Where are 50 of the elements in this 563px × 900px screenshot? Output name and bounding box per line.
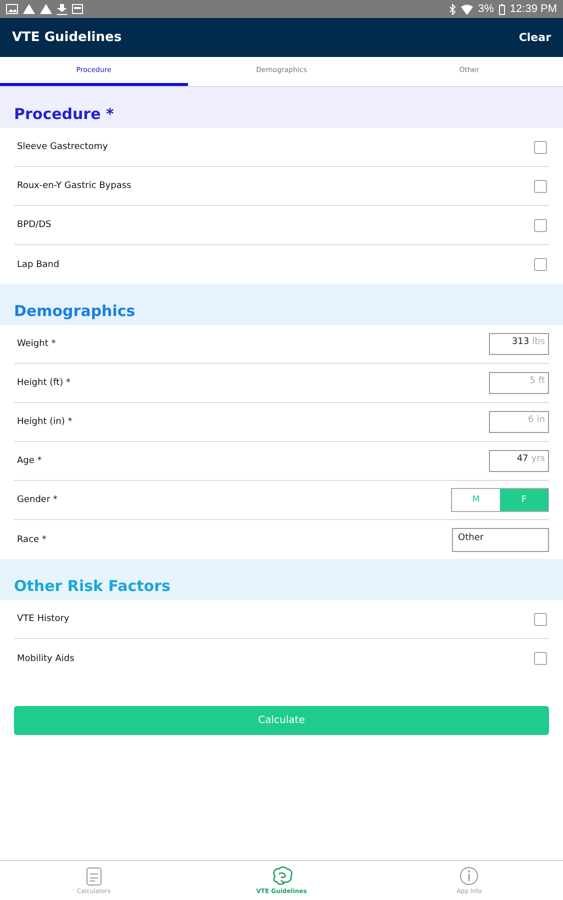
- calendar-icon: [72, 4, 83, 14]
- input-value: 313: [512, 337, 530, 347]
- field-label: Lap Band: [16, 260, 60, 270]
- field-label: Roux-en-Y Gastric Bypass: [16, 181, 132, 191]
- field-label: Age *: [16, 456, 42, 466]
- checkbox[interactable]: [534, 140, 547, 154]
- input-placeholder: 5: [530, 376, 536, 386]
- input-field[interactable]: 6 in: [489, 411, 549, 433]
- bluetooth-icon: [449, 4, 456, 14]
- field-label: Weight *: [16, 339, 56, 349]
- clipboard-icon: [86, 866, 102, 886]
- section-title: Demographics: [14, 302, 136, 320]
- clear-button[interactable]: Clear: [518, 31, 551, 44]
- segment-option[interactable]: F: [500, 489, 548, 511]
- input-field[interactable]: 5 ft: [489, 372, 549, 394]
- checkbox[interactable]: [534, 612, 547, 626]
- calculate-button[interactable]: Calculate: [14, 706, 549, 735]
- checkbox[interactable]: [534, 258, 547, 271]
- field-label: Gender *: [16, 495, 58, 505]
- field-label: Height (in) *: [16, 417, 72, 427]
- checkbox[interactable]: [534, 652, 547, 665]
- field-label: Race *: [16, 534, 46, 544]
- unit-label: in: [536, 415, 545, 425]
- field-label: VTE History: [16, 614, 70, 624]
- unit-label: ft: [538, 376, 545, 386]
- info-icon: [459, 866, 480, 886]
- unit-label: yrs: [531, 454, 545, 464]
- field-label: BPD/DS: [16, 220, 52, 230]
- input-field[interactable]: 47 yrs: [489, 450, 549, 472]
- battery-icon: [498, 4, 505, 14]
- section-title: Other Risk Factors: [14, 577, 170, 595]
- input-field[interactable]: 313 lbs: [489, 333, 549, 355]
- field-label: Height (ft) *: [16, 378, 71, 388]
- field-label: Mobility Aids: [16, 654, 74, 664]
- checkbox[interactable]: [534, 180, 547, 192]
- input-value: 47: [516, 454, 528, 464]
- unit-label: lbs: [532, 337, 545, 347]
- wifi-icon: [461, 4, 473, 14]
- field-label: Sleeve Gastrectomy: [16, 142, 108, 152]
- section-title: Procedure *: [14, 105, 114, 123]
- screen-title: VTE Guidelines: [12, 30, 122, 45]
- battery-level: 3%: [478, 3, 494, 15]
- input-placeholder: 6: [528, 415, 534, 425]
- warning-icon: [23, 4, 35, 14]
- select-field[interactable]: Other: [452, 528, 549, 552]
- warning-icon: [40, 4, 52, 14]
- download-icon: [57, 4, 67, 14]
- image-icon: [6, 4, 18, 14]
- clock: 12:39 PM: [510, 3, 557, 15]
- checkbox[interactable]: [534, 218, 547, 232]
